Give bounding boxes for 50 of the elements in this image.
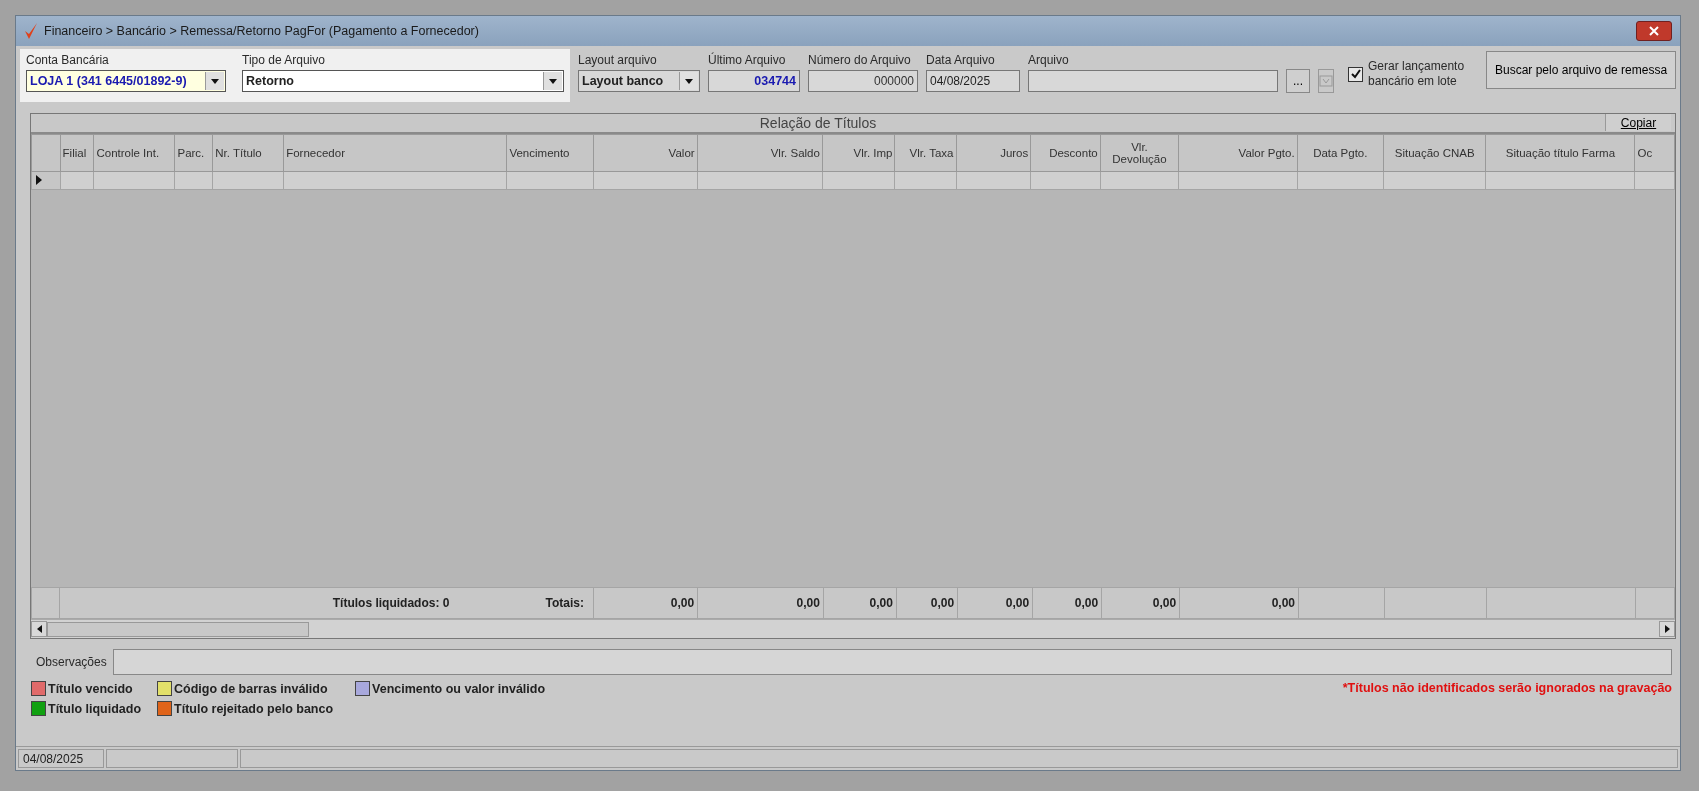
checkbox[interactable] <box>1348 66 1363 82</box>
total-value: 0,00 <box>1005 596 1030 610</box>
total-value: 0,00 <box>869 596 893 610</box>
total-value: 0,00 <box>1271 596 1295 610</box>
grid-title: Relação de Títulos <box>759 115 877 131</box>
dropdown[interactable]: LOJA 1 (341 6445/01892-9) <box>26 70 226 92</box>
caret-icon <box>543 72 562 90</box>
copy-button[interactable]: Copiar <box>1605 114 1671 131</box>
field-label: Arquivo <box>1028 53 1070 67</box>
total-value: 0,00 <box>1152 596 1177 610</box>
file-field[interactable] <box>1028 70 1278 92</box>
legend-label: Título liquidado <box>48 701 142 716</box>
caret-icon <box>205 72 224 90</box>
total-value: 0,00 <box>796 596 820 610</box>
close-button[interactable] <box>1636 21 1672 41</box>
window-title: Financeiro > Bancário > Remessa/Retorno PagFor (Pagamento a Fornecedor) <box>44 24 479 38</box>
total-value: 0,00 <box>1074 596 1099 610</box>
search-button[interactable]: Buscar pelo arquivo de remessa <box>1486 51 1677 89</box>
count-label: Títulos liquidados: 0 <box>332 596 450 610</box>
checkbox-label: Gerar lançamento bancário em lote <box>1368 59 1466 89</box>
totals-label: Totais: <box>545 596 584 610</box>
legend-label: Vencimento ou valor inválido <box>372 681 546 696</box>
dropdown[interactable]: Retorno <box>242 70 564 92</box>
field-label: Conta Bancária <box>26 53 110 67</box>
total-value: 0,00 <box>930 596 955 610</box>
dropdown[interactable]: Layout banco <box>578 70 700 92</box>
input-field[interactable]: 034744 <box>708 70 800 92</box>
field-label: Número do Arquivo <box>808 53 912 67</box>
scrollbar[interactable] <box>31 619 1675 638</box>
field-label: Tipo de Arquivo <box>242 53 326 67</box>
caret-icon <box>679 72 698 90</box>
legend-label: Código de barras inválido <box>174 681 328 696</box>
row-pointer-icon <box>35 174 43 185</box>
browse-button[interactable]: ... <box>1286 69 1310 93</box>
field-label: Data Arquivo <box>926 53 996 67</box>
total-value: 0,00 <box>670 596 695 610</box>
input-field[interactable]: 000000 <box>808 70 918 92</box>
right-arrow-icon[interactable] <box>1664 625 1670 633</box>
field-label: Layout arquivo <box>578 53 658 67</box>
date-field[interactable]: 04/08/2025 <box>926 70 1020 92</box>
warning-text: *Títulos não identificados serão ignorados na gravação <box>1342 681 1672 697</box>
left-arrow-icon[interactable] <box>36 625 42 633</box>
close-icon <box>1649 26 1659 36</box>
field-label: Observações <box>36 655 107 669</box>
status-date: 04/08/2025 <box>18 749 104 768</box>
legend-label: Título vencido <box>48 681 133 696</box>
legend-label: Título rejeitado pelo banco <box>174 701 334 716</box>
checkmark-icon <box>24 22 38 40</box>
field-label: Último Arquivo <box>708 53 787 67</box>
notes-field[interactable] <box>112 649 1672 675</box>
